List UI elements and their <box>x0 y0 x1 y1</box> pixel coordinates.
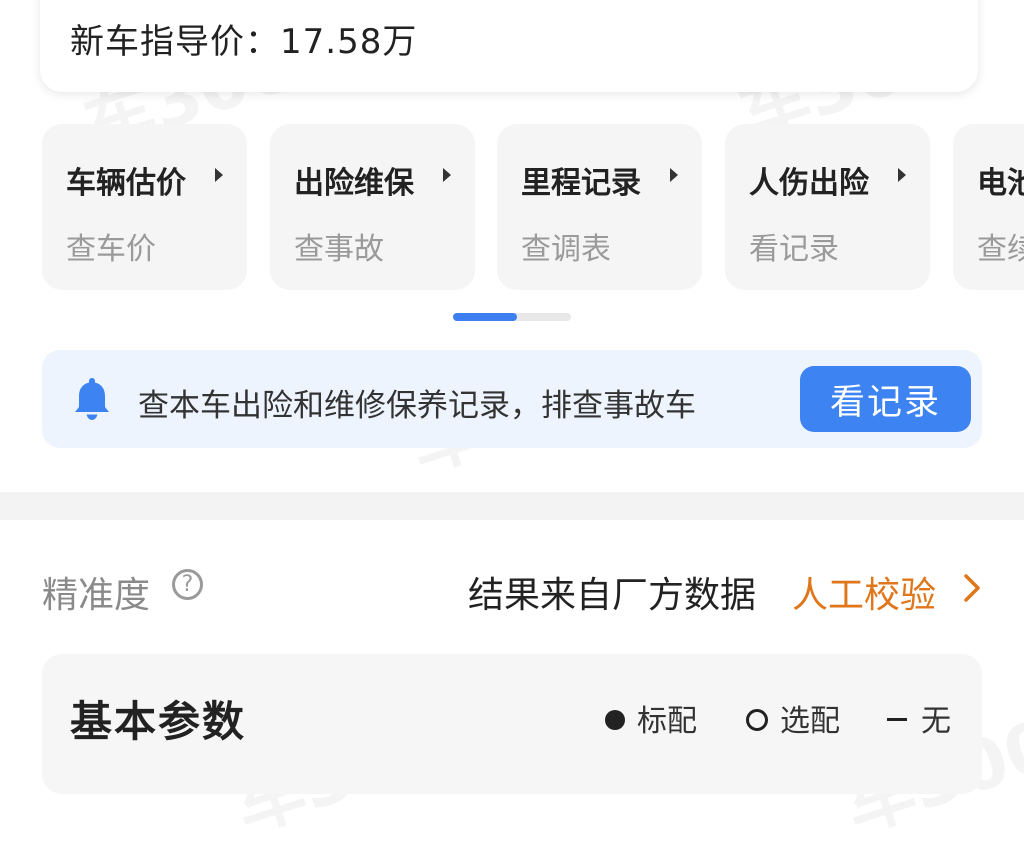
service-card-valuation[interactable]: 车辆估价 查车价 <box>42 124 247 290</box>
service-card-injury-claims[interactable]: 人伤出险 看记录 <box>725 124 930 290</box>
section-title: 基本参数 <box>70 697 247 746</box>
accuracy-label: 精准度 <box>42 575 151 616</box>
notice-text: 查本车出险和维修保养记录，排查事故车 <box>138 388 696 424</box>
manual-verify-link[interactable]: 人工校验 <box>792 566 936 618</box>
service-subtitle: 查续 <box>977 232 1024 267</box>
service-card-battery[interactable]: 电池 查续 <box>953 124 1024 290</box>
service-title: 电池 <box>977 166 1024 201</box>
caret-right-icon <box>670 168 678 182</box>
bell-icon <box>75 378 109 420</box>
service-subtitle: 查车价 <box>66 232 156 267</box>
service-title: 出险维保 <box>294 166 414 201</box>
view-records-button[interactable]: 看记录 <box>800 366 971 432</box>
carousel-pager-active <box>453 313 517 321</box>
service-subtitle: 看记录 <box>749 232 839 267</box>
service-title: 车辆估价 <box>66 166 186 201</box>
legend-label: 无 <box>921 704 951 739</box>
chevron-right-icon[interactable] <box>960 573 984 603</box>
service-title: 里程记录 <box>521 166 641 201</box>
service-subtitle: 查事故 <box>294 232 384 267</box>
service-card-mileage[interactable]: 里程记录 查调表 <box>497 124 702 290</box>
section-divider <box>0 492 1024 520</box>
legend-optional: 选配 <box>746 696 840 740</box>
service-title: 人伤出险 <box>749 166 869 201</box>
legend-label: 选配 <box>780 704 840 739</box>
legend-none: 无 <box>887 696 951 740</box>
dash-icon <box>887 718 907 721</box>
caret-right-icon <box>898 168 906 182</box>
service-card-claims-maintenance[interactable]: 出险维保 查事故 <box>270 124 475 290</box>
legend-standard: 标配 <box>605 696 697 740</box>
hollow-dot-icon <box>746 708 768 731</box>
caret-right-icon <box>443 168 451 182</box>
data-source-text: 结果来自厂方数据 <box>468 575 757 616</box>
service-subtitle: 查调表 <box>521 232 611 267</box>
guide-price: 新车指导价：17.58万 <box>70 22 418 62</box>
help-icon[interactable]: ? <box>172 569 203 600</box>
filled-dot-icon <box>605 709 625 730</box>
legend-label: 标配 <box>637 704 697 739</box>
caret-right-icon <box>215 168 223 182</box>
